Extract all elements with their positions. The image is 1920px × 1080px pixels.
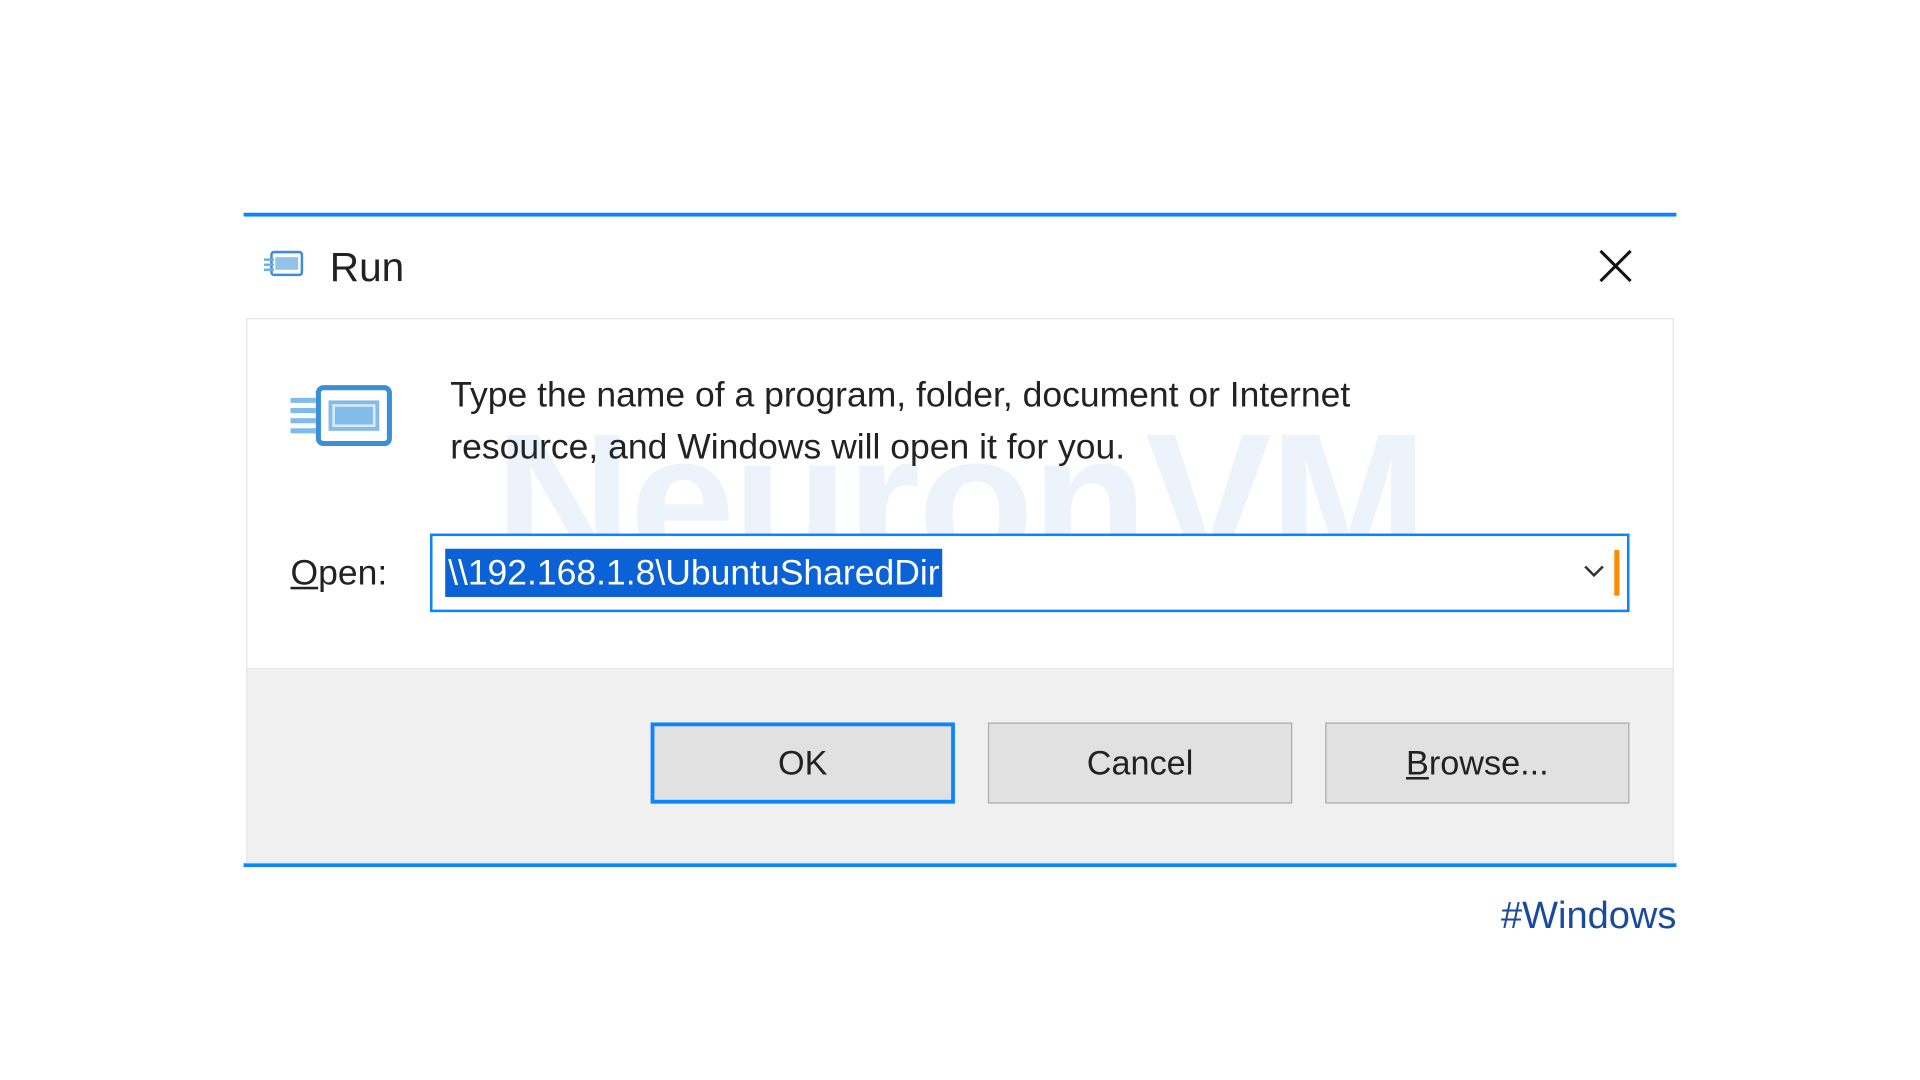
titlebar-left: Run bbox=[264, 244, 404, 291]
open-value: \\192.168.1.8\UbuntuSharedDir bbox=[446, 549, 943, 597]
text-caret bbox=[1614, 550, 1619, 596]
dialog-body: NeuronVM Type the name of a program, fol… bbox=[246, 318, 1674, 669]
open-label: Open: bbox=[290, 553, 387, 594]
dialog-description: Type the name of a program, folder, docu… bbox=[450, 370, 1388, 473]
chevron-down-icon[interactable] bbox=[1579, 555, 1609, 592]
ok-button-label: OK bbox=[778, 744, 827, 783]
titlebar[interactable]: Run bbox=[244, 217, 1677, 318]
browse-button-label: Browse... bbox=[1406, 744, 1549, 783]
close-button[interactable] bbox=[1585, 237, 1646, 298]
button-bar: OK Cancel Browse... bbox=[246, 669, 1674, 863]
run-large-icon bbox=[290, 380, 399, 465]
dialog-title: Run bbox=[330, 244, 404, 291]
intro-row: Type the name of a program, folder, docu… bbox=[290, 370, 1629, 473]
hashtag-label: #Windows bbox=[1501, 895, 1676, 938]
open-combobox[interactable]: \\192.168.1.8\UbuntuSharedDir bbox=[430, 534, 1629, 613]
browse-button[interactable]: Browse... bbox=[1325, 723, 1629, 804]
cancel-button[interactable]: Cancel bbox=[988, 723, 1292, 804]
ok-button[interactable]: OK bbox=[651, 723, 955, 804]
run-dialog: Run NeuronVM Type the nam bbox=[244, 213, 1677, 868]
cancel-button-label: Cancel bbox=[1087, 744, 1194, 783]
close-icon bbox=[1598, 248, 1634, 284]
run-icon bbox=[264, 246, 307, 288]
open-row: Open: \\192.168.1.8\UbuntuSharedDir bbox=[290, 534, 1629, 613]
